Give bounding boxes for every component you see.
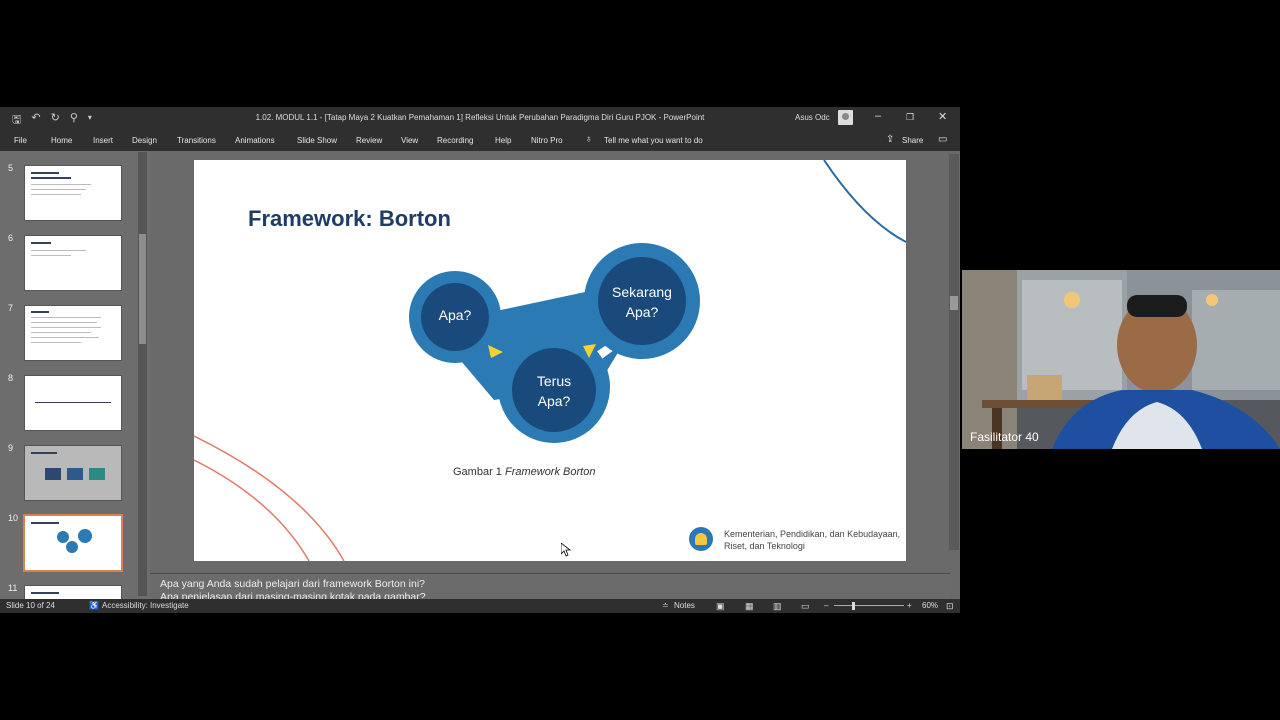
save-icon[interactable]: 🖫 [12,111,21,130]
tab-animations[interactable]: Animations [235,136,275,145]
ministry-footer: Kementerian, Pendidikan, dan Kebudayaan,… [724,529,901,551]
fit-to-window-icon[interactable]: ⊡ [946,601,954,612]
participant-video: Fasilitator 40 [962,270,1280,449]
sekarang-apa-label: Sekarang Apa? [612,284,672,320]
tell-me-search[interactable]: Tell me what you want to do [604,136,703,145]
figure-caption: Gambar 1 Framework Borton [453,466,595,478]
tab-home[interactable]: Home [51,136,72,145]
ribbon-tabs: File Home Insert Design Transitions Anim… [0,129,960,151]
tab-design[interactable]: Design [132,136,157,145]
apa-label: Apa? [438,307,472,323]
thumbnail-number: 10 [8,513,19,523]
slide-canvas[interactable]: Framework: Borton Apa? Terus Apa? Sekara… [194,160,906,561]
slide-thumbnail-7[interactable] [25,306,121,360]
video-frame [962,270,1280,449]
caption-italic: Framework Borton [504,466,596,478]
normal-view-icon[interactable]: ▣ [716,601,725,612]
close-icon[interactable]: ✕ [938,110,947,123]
accessibility-icon: ♿ [89,601,99,610]
share-icon: ⇪ [886,134,895,145]
tab-file[interactable]: File [14,136,27,145]
thumbnail-number: 11 [8,583,18,593]
slide-sorter-icon[interactable]: ▦ [745,601,754,612]
minimize-icon[interactable]: – [875,110,881,122]
window-title: 1.02. MODUL 1.1 - [Tatap Maya 2 Kuatkan … [255,113,705,122]
redo-icon[interactable]: ↻ [51,111,60,130]
slide-thumbnail-11[interactable] [25,586,121,599]
comment-icon[interactable]: ▭ [938,134,947,145]
status-bar: Slide 10 of 24 ♿ Accessibility: Investig… [0,599,960,613]
slide-thumbnail-10[interactable] [25,516,121,570]
tab-help[interactable]: Help [495,136,511,145]
restore-icon[interactable]: ❐ [906,112,914,123]
user-name[interactable]: Asus Odc [795,113,830,122]
tab-recording[interactable]: Recording [437,136,473,145]
lightbulb-icon: ♁ [585,134,593,145]
participant-name: Fasilitator 40 [970,430,1039,444]
thumbnail-number: 8 [8,373,14,383]
tab-transitions[interactable]: Transitions [177,136,216,145]
thumbnails-scrollbar[interactable] [138,152,147,596]
slide-thumbnails-pane: 5 6 7 8 9 10 11 [0,151,150,599]
zoom-in-icon[interactable]: + [907,601,912,610]
tab-nitro-pro[interactable]: Nitro Pro [531,136,563,145]
customize-icon[interactable]: ▾ [88,113,92,130]
zoom-slider-handle[interactable] [852,602,855,610]
notes-pane[interactable]: Apa yang Anda sudah pelajari dari framew… [150,573,950,600]
terus-apa-label: Terus Apa? [536,373,572,409]
thumbnail-number: 7 [8,303,14,313]
thumbnail-number: 5 [8,163,14,173]
slide-thumbnail-9[interactable] [25,446,121,500]
tab-slide-show[interactable]: Slide Show [297,136,337,145]
slide-thumbnail-8[interactable] [25,376,121,430]
notes-line-1: Apa yang Anda sudah pelajari dari framew… [160,578,425,590]
notes-button[interactable]: Notes [674,601,695,610]
tab-insert[interactable]: Insert [93,136,113,145]
zoom-level[interactable]: 60% [922,601,938,610]
tab-view[interactable]: View [401,136,418,145]
accessibility-status[interactable]: Accessibility: Investigate [102,601,189,610]
share-button[interactable]: Share [902,136,923,145]
slideshow-icon[interactable]: ▭ [801,601,810,612]
ministry-logo [689,527,713,551]
title-bar: 🖫 ↶ ↻ ⚲ ▾ 1.02. MODUL 1.1 - [Tatap Maya … [0,107,960,129]
slide-counter: Slide 10 of 24 [6,601,55,610]
thumbnail-number: 6 [8,233,14,243]
avatar[interactable] [838,110,853,125]
borton-diagram [409,243,700,443]
thumbnail-number: 9 [8,443,14,453]
tab-review[interactable]: Review [356,136,382,145]
slide-scrollbar[interactable] [949,154,959,550]
quick-access-toolbar: 🖫 ↶ ↻ ⚲ ▾ [12,111,92,130]
notes-icon: ≐ [662,601,669,610]
zoom-slider[interactable] [834,605,904,606]
present-icon[interactable]: ⚲ [70,111,78,130]
undo-icon[interactable]: ↶ [31,111,40,130]
slide-thumbnail-5[interactable] [25,166,121,220]
caption-prefix: Gambar 1 [453,466,505,478]
zoom-out-icon[interactable]: – [824,601,828,610]
slide-thumbnail-6[interactable] [25,236,121,290]
reading-view-icon[interactable]: ▥ [773,601,782,612]
mouse-cursor-icon [560,542,572,562]
